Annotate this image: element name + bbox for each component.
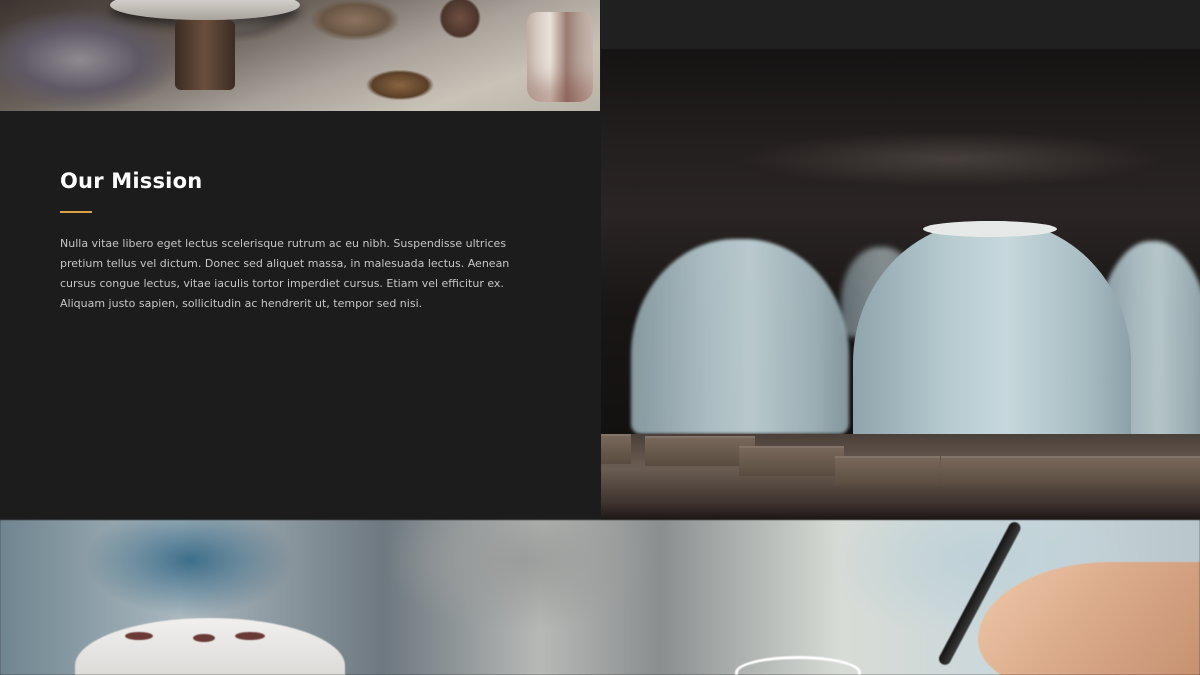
white-bowl — [75, 618, 345, 675]
shelf-slat — [739, 446, 844, 476]
painting-pottery-image — [0, 520, 1200, 675]
workbench-tool-detail — [175, 20, 235, 90]
ceramic-cups-image — [601, 49, 1200, 520]
wooden-shelf — [601, 434, 1200, 520]
bowl-pattern-dot — [125, 632, 153, 640]
pottery-workbench-image — [0, 0, 600, 111]
painter-hand — [978, 562, 1200, 675]
shelf-slat — [601, 434, 631, 464]
shelf-slat — [941, 456, 1200, 486]
main-cup-rim — [923, 221, 1057, 237]
small-cup-outline — [735, 656, 861, 675]
top-dark-strip — [601, 0, 1200, 49]
mission-heading: Our Mission — [60, 169, 203, 193]
bowl-pattern-dot — [193, 634, 215, 642]
shelf-slat — [835, 456, 940, 486]
pottery-wheel-detail — [110, 0, 300, 20]
glass-jar-detail — [527, 12, 593, 102]
left-cup — [631, 239, 849, 434]
bowl-pattern-dot — [235, 632, 265, 640]
mission-section: Our Mission Nulla vitae libero eget lect… — [0, 111, 600, 520]
mission-paragraph: Nulla vitae libero eget lectus scelerisq… — [60, 237, 510, 310]
heading-accent-rule — [60, 211, 92, 213]
